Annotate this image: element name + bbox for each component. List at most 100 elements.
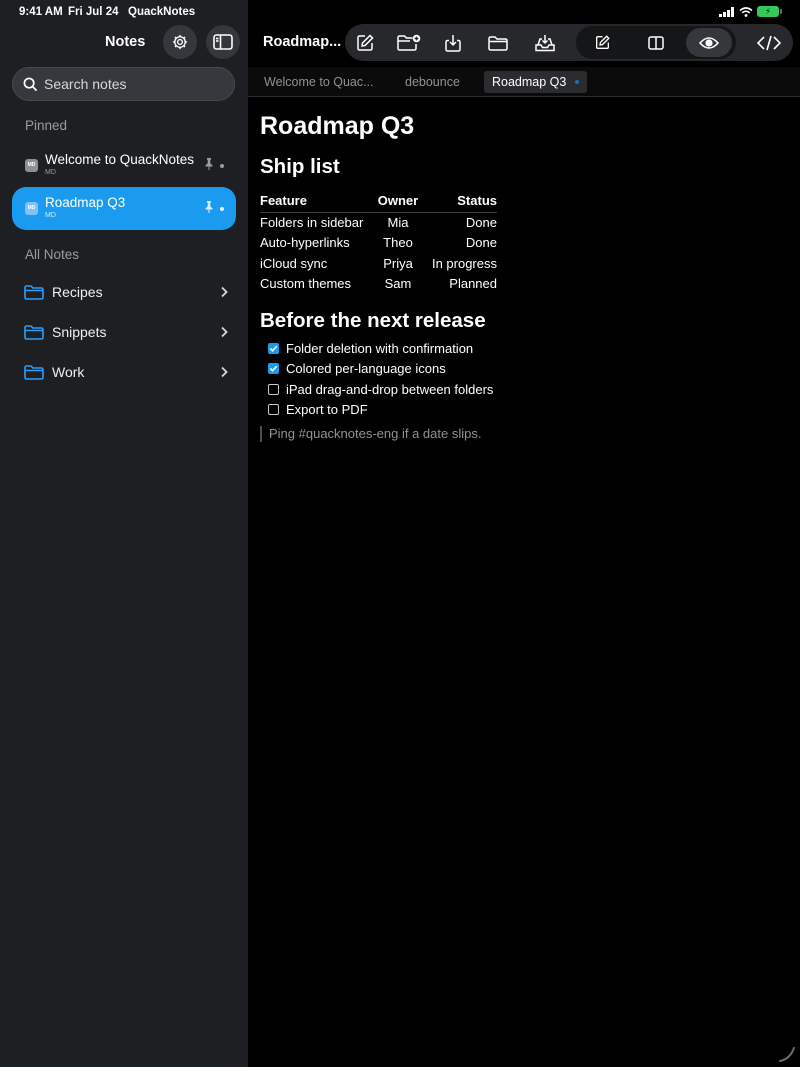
section-heading-ship-list: Ship list	[260, 155, 340, 178]
table-cell: Folders in sidebar	[260, 215, 364, 230]
table-cell: Mia	[387, 215, 409, 230]
note-title: Roadmap Q3	[45, 195, 126, 210]
table-cell: Planned	[449, 276, 497, 292]
table-row: iCloud sync Priya In progress	[260, 253, 497, 274]
search-icon	[23, 77, 38, 91]
task-label: Folder deletion with confirmation	[286, 340, 474, 356]
table-header-row: Feature Owner Status	[260, 190, 497, 213]
folder-label: Recipes	[52, 284, 103, 300]
folder-recipes[interactable]: Recipes	[24, 278, 228, 306]
split-view-icon	[648, 35, 664, 50]
task-item: Colored per-language icons	[260, 359, 780, 380]
more-dot-icon[interactable]	[220, 207, 224, 211]
table-cell: iCloud sync	[260, 255, 328, 271]
status-time: 9:41 AM	[19, 6, 63, 18]
all-notes-section-label: All Notes	[25, 247, 80, 262]
pinned-note-roadmap[interactable]: MD Roadmap Q3 MD	[12, 187, 236, 230]
code-view-button[interactable]	[754, 28, 784, 57]
status-bar: 9:41 AM Fri Jul 24 QuackNotes ⚡	[0, 0, 800, 24]
tab-roadmap-q3[interactable]: Roadmap Q3	[484, 71, 588, 93]
table-header-status: Status	[429, 190, 497, 213]
table-cell: Sam	[384, 276, 412, 292]
task-checkbox[interactable]	[268, 363, 279, 375]
status-date: Fri Jul 24	[68, 6, 119, 18]
resize-grip-icon[interactable]	[778, 1045, 796, 1063]
sidebar-title: Notes	[105, 34, 146, 50]
tab-debounce[interactable]: debounce	[397, 71, 468, 93]
task-label: Export to PDF	[286, 402, 368, 418]
gear-icon	[172, 34, 188, 50]
new-note-button[interactable]	[350, 28, 380, 57]
chevron-right-icon	[221, 366, 228, 378]
folder-icon	[24, 365, 44, 380]
settings-button[interactable]	[163, 25, 197, 59]
more-dot-icon[interactable]	[220, 164, 224, 168]
task-label: iPad drag-and-drop between folders	[286, 381, 494, 397]
section-heading-next-release: Before the next release	[260, 309, 486, 332]
tab-label: Welcome to Quac...	[264, 75, 374, 89]
task-checkbox[interactable]	[268, 383, 279, 395]
task-item: Folder deletion with confirmation	[260, 338, 780, 359]
table-row: Custom themes Sam Planned	[260, 274, 497, 295]
preview-eye-icon	[699, 36, 719, 49]
table-cell: Theo	[383, 235, 413, 251]
search-input[interactable]	[44, 76, 224, 92]
tab-label: debounce	[405, 75, 460, 89]
note-type: MD	[45, 169, 56, 176]
sidebar: Notes Pinned MD Welcome to QuackNotes MD…	[0, 0, 248, 1067]
status-indicators: ⚡	[719, 6, 782, 17]
folder-icon	[24, 325, 44, 340]
open-folder-button[interactable]	[483, 28, 513, 57]
search-bar[interactable]	[12, 67, 235, 101]
task-item: Export to PDF	[260, 400, 780, 421]
markdown-file-icon: MD	[25, 159, 38, 172]
task-checkbox[interactable]	[268, 404, 279, 416]
edit-mode-button[interactable]	[587, 28, 617, 57]
blockquote: Ping #quacknotes-eng if a date slips.	[260, 426, 780, 442]
pinned-section-label: Pinned	[25, 118, 68, 133]
folder-label: Work	[52, 364, 85, 380]
save-to-device-button[interactable]	[530, 28, 560, 57]
table-header-feature: Feature	[260, 190, 367, 213]
table-header-owner: Owner	[367, 190, 429, 213]
checkmark-icon	[269, 365, 278, 373]
table-cell: In progress	[431, 255, 497, 271]
task-checkbox[interactable]	[268, 342, 279, 354]
folder-work[interactable]: Work	[24, 358, 228, 386]
note-title: Welcome to QuackNotes	[45, 152, 195, 167]
import-icon	[445, 34, 461, 52]
cellular-signal-icon	[719, 6, 734, 17]
tab-modified-dot	[575, 80, 580, 84]
table-cell: Custom themes	[260, 276, 352, 292]
chevron-right-icon	[221, 286, 228, 298]
task-label: Colored per-language icons	[286, 361, 446, 377]
new-folder-button[interactable]	[394, 28, 424, 57]
markdown-file-icon: MD	[25, 202, 38, 215]
toolbar	[345, 24, 793, 61]
import-button[interactable]	[438, 28, 468, 57]
new-note-icon	[357, 33, 374, 51]
table-cell: Auto-hyperlinks	[260, 235, 350, 251]
split-view-button[interactable]	[641, 28, 671, 57]
tab-label: Roadmap Q3	[492, 75, 567, 89]
checkmark-icon	[269, 345, 278, 352]
new-folder-icon	[397, 34, 421, 51]
toggle-sidebar-button[interactable]	[206, 25, 240, 59]
pinned-note-welcome[interactable]: MD Welcome to QuackNotes MD	[12, 144, 236, 187]
sidebar-toggle-icon	[213, 34, 233, 50]
pin-icon	[205, 158, 213, 170]
tab-welcome[interactable]: Welcome to Quac...	[256, 71, 382, 93]
ship-list-table: Feature Owner Status Folders in sidebar …	[260, 190, 497, 294]
document-title: Roadmap...	[263, 34, 342, 50]
folder-icon	[488, 35, 508, 51]
code-icon	[757, 35, 781, 50]
table-row: Auto-hyperlinks Theo Done	[260, 233, 497, 254]
chevron-right-icon	[221, 326, 228, 338]
table-cell: Done	[465, 235, 497, 251]
folder-snippets[interactable]: Snippets	[24, 318, 228, 346]
save-icon	[535, 34, 555, 51]
folder-icon	[24, 285, 44, 300]
preview-mode-button[interactable]	[694, 28, 724, 57]
folder-label: Snippets	[52, 324, 107, 340]
table-row: Folders in sidebar Mia Done	[260, 212, 497, 233]
